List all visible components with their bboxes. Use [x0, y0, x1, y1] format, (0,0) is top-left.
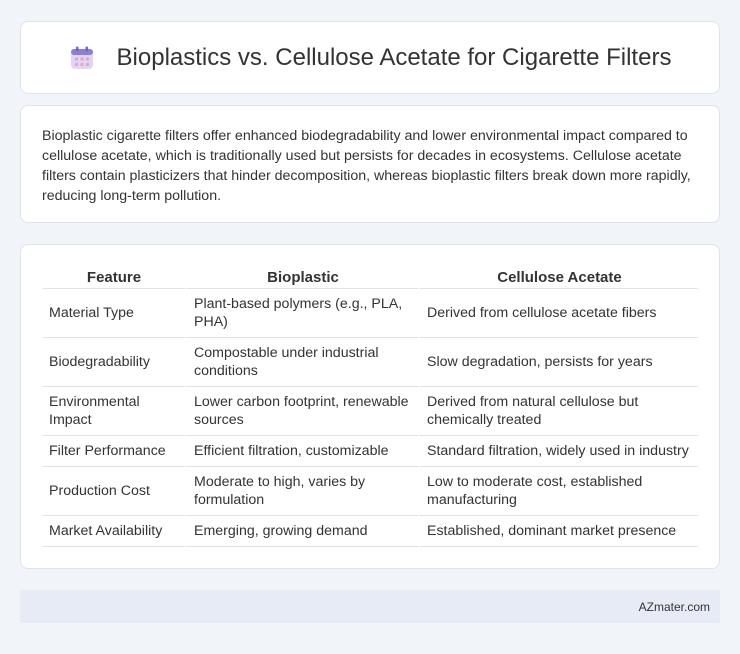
- summary-text: Bioplastic cigarette filters offer enhan…: [42, 128, 691, 204]
- table-cell-feature: Production Cost: [43, 467, 185, 516]
- page-title: Bioplastics vs. Cellulose Acetate for Ci…: [116, 43, 672, 71]
- comparison-table: Feature Bioplastic Cellulose Acetate Mat…: [43, 265, 698, 547]
- footer-site-name: AZmater.com: [638, 599, 710, 614]
- table-cell-feature: Market Availability: [43, 516, 185, 547]
- table-row: Market Availability Emerging, growing de…: [43, 516, 698, 547]
- title-row: Bioplastics vs. Cellulose Acetate for Ci…: [69, 43, 672, 72]
- table-cell-bioplastic: Compostable under industrial conditions: [185, 338, 418, 387]
- summary-card: Bioplastic cigarette filters offer enhan…: [20, 105, 720, 223]
- table-cell-cellulose-acetate: Derived from natural cellulose but chemi…: [418, 387, 698, 436]
- table-cell-bioplastic: Efficient filtration, customizable: [185, 436, 418, 467]
- table-cell-bioplastic: Lower carbon footprint, renewable source…: [185, 387, 418, 436]
- calendar-icon: [69, 45, 95, 71]
- table-cell-feature: Biodegradability: [43, 338, 185, 387]
- table-header-row: Feature Bioplastic Cellulose Acetate: [43, 265, 698, 289]
- table-cell-cellulose-acetate: Slow degradation, persists for years: [418, 338, 698, 387]
- table-row: Filter Performance Efficient filtration,…: [43, 436, 698, 467]
- table-cell-feature: Environmental Impact: [43, 387, 185, 436]
- column-header-feature: Feature: [43, 265, 185, 289]
- table-cell-cellulose-acetate: Standard filtration, widely used in indu…: [418, 436, 698, 467]
- title-card: Bioplastics vs. Cellulose Acetate for Ci…: [20, 21, 720, 94]
- table-row: Production Cost Moderate to high, varies…: [43, 467, 698, 516]
- table-cell-feature: Filter Performance: [43, 436, 185, 467]
- table-cell-cellulose-acetate: Low to moderate cost, established manufa…: [418, 467, 698, 516]
- table-cell-feature: Material Type: [43, 289, 185, 338]
- comparison-card: Feature Bioplastic Cellulose Acetate Mat…: [20, 244, 720, 569]
- table-row: Material Type Plant-based polymers (e.g.…: [43, 289, 698, 338]
- footer-bar: AZmater.com: [20, 590, 720, 623]
- table-cell-bioplastic: Emerging, growing demand: [185, 516, 418, 547]
- table-row: Environmental Impact Lower carbon footpr…: [43, 387, 698, 436]
- table-row: Biodegradability Compostable under indus…: [43, 338, 698, 387]
- table-cell-bioplastic: Moderate to high, varies by formulation: [185, 467, 418, 516]
- column-header-bioplastic: Bioplastic: [185, 265, 418, 289]
- table-cell-cellulose-acetate: Established, dominant market presence: [418, 516, 698, 547]
- column-header-cellulose-acetate: Cellulose Acetate: [418, 265, 698, 289]
- table-cell-cellulose-acetate: Derived from cellulose acetate fibers: [418, 289, 698, 338]
- table-cell-bioplastic: Plant-based polymers (e.g., PLA, PHA): [185, 289, 418, 338]
